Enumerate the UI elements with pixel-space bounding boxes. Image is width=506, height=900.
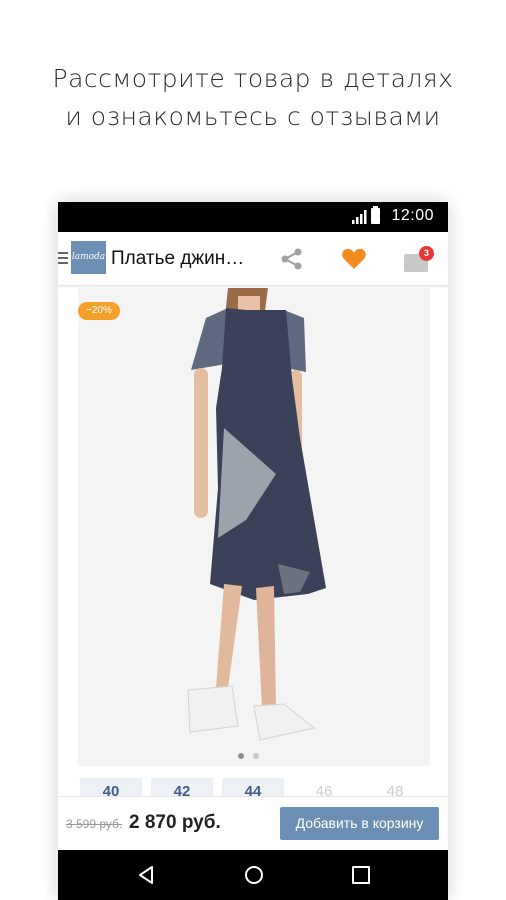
add-to-cart-button[interactable]: Добавить в корзину bbox=[280, 807, 439, 840]
cart-button[interactable]: 3 bbox=[404, 246, 434, 272]
page-title: Платье джин… bbox=[111, 248, 245, 269]
heart-icon[interactable] bbox=[341, 247, 367, 271]
status-bar: 12:00 bbox=[58, 202, 448, 232]
battery-icon bbox=[371, 206, 380, 224]
menu-icon[interactable] bbox=[58, 252, 70, 266]
old-price: 3 599 руб. bbox=[66, 817, 123, 831]
status-time: 12:00 bbox=[391, 207, 434, 224]
home-icon[interactable] bbox=[244, 865, 264, 885]
product-photo bbox=[78, 288, 430, 766]
share-icon[interactable] bbox=[279, 246, 305, 272]
back-icon[interactable] bbox=[136, 865, 156, 885]
phone-screen: 12:00 lamoda Платье джин… 3 −20% 40 42 4… bbox=[58, 202, 448, 900]
carousel-dot[interactable] bbox=[238, 753, 244, 759]
app-bar: lamoda Платье джин… 3 bbox=[58, 232, 448, 286]
product-image-carousel[interactable]: −20% bbox=[78, 288, 430, 766]
promo-heading: Рассмотрите товар в деталях и ознакомьте… bbox=[0, 60, 506, 136]
system-nav-bar bbox=[58, 850, 448, 900]
promo-line-1: Рассмотрите товар в деталях bbox=[52, 64, 454, 93]
lamoda-logo[interactable]: lamoda bbox=[71, 241, 106, 274]
signal-icon bbox=[352, 210, 367, 224]
promo-line-2: и ознакомьтесь с отзывами bbox=[65, 102, 441, 131]
price-bar: 3 599 руб. 2 870 руб. Добавить в корзину bbox=[58, 796, 448, 850]
current-price: 2 870 руб. bbox=[129, 812, 221, 833]
carousel-dots bbox=[238, 746, 278, 759]
cart-count-badge: 3 bbox=[419, 246, 434, 261]
discount-badge: −20% bbox=[78, 302, 120, 320]
recent-apps-icon[interactable] bbox=[352, 866, 370, 884]
